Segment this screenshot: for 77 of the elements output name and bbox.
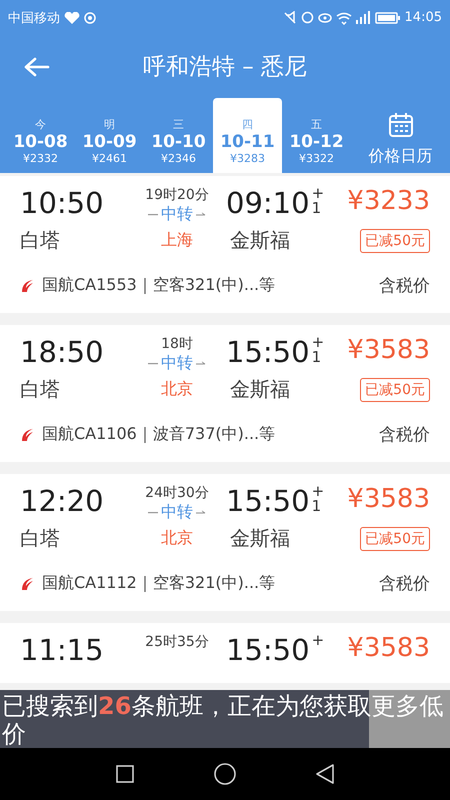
arrival-airport: 金斯福 (230, 376, 290, 403)
flight-info: 国航CA1106｜波音737(中)...等 (42, 424, 276, 445)
arrival-time: 09:10 (226, 186, 310, 220)
back-icon[interactable] (316, 764, 334, 784)
transfer-city: 北京 (160, 379, 194, 400)
tax-note: 含税价 (379, 573, 430, 595)
heart-icon (64, 12, 80, 24)
ticket-price: ¥3233 (347, 186, 430, 216)
route-title: 呼和浩特 – 悉尼 (142, 53, 308, 82)
flight-duration: 19时20分 (145, 186, 209, 204)
departure-airport: 白塔 (20, 227, 61, 254)
signal-icon (356, 11, 371, 24)
flight-duration: 24时30分 (145, 484, 209, 502)
toast-message: 已搜索到26条航班，正在为您获取更多低价 (2, 692, 444, 748)
tax-note: 含税价 (379, 424, 430, 446)
transfer-label: 中转 (161, 204, 193, 225)
back-arrow-icon (24, 56, 50, 76)
clock-time: 14:05 (404, 10, 442, 25)
departure-time: 12:20 (20, 484, 105, 518)
arrow-icon (196, 510, 206, 516)
ticket-price: ¥3583 (347, 633, 430, 663)
arrival-time: 15:50 (226, 633, 310, 667)
home-icon[interactable] (214, 763, 236, 785)
day-offset: 1 (312, 201, 322, 216)
day-offset: 1 (312, 499, 322, 514)
arrival-time: 15:50 (226, 484, 310, 518)
dash-icon (148, 214, 158, 216)
transfer-city: 北京 (160, 528, 194, 549)
ticket-price: ¥3583 (347, 335, 430, 365)
arrow-icon (196, 360, 206, 366)
day-offset: 1 (312, 350, 322, 365)
airline-logo-icon (20, 278, 34, 292)
notification-icon (84, 12, 96, 24)
next-day-mark: + (312, 484, 324, 499)
price-calendar-button[interactable]: 价格日历 (351, 98, 450, 173)
transfer-city: 上海 (160, 230, 194, 251)
dash-icon (148, 362, 158, 364)
departure-time: 10:50 (20, 186, 105, 220)
discount-tag: 已减50元 (360, 228, 430, 252)
next-day-mark: + (312, 186, 324, 201)
mute-icon (282, 10, 297, 24)
date-tab[interactable]: 三 10-10 ¥2346 (144, 98, 213, 173)
wifi-icon (336, 10, 352, 24)
flight-card[interactable]: 11:15 25时35分 15:50+ ¥3583 (0, 623, 450, 683)
departure-airport: 白塔 (20, 525, 61, 552)
date-tab[interactable]: 明 10-09 ¥2461 (75, 98, 144, 173)
departure-time: 11:15 (20, 633, 105, 667)
tax-note: 含税价 (379, 275, 430, 297)
eye-icon (318, 12, 332, 22)
arrival-time: 15:50 (226, 335, 310, 369)
date-tab[interactable]: 今 10-08 ¥2332 (6, 98, 75, 173)
date-tab[interactable]: 四 10-11 ¥3283 (213, 98, 282, 173)
arrival-airport: 金斯福 (230, 227, 290, 254)
discount-tag: 已减50元 (360, 378, 430, 402)
ticket-price: ¥3583 (347, 484, 430, 514)
transfer-label: 中转 (161, 353, 193, 374)
carrier-name: 中国移动 (8, 10, 60, 26)
flight-duration: 25时35分 (145, 633, 209, 651)
flight-duration: 18时 (161, 335, 193, 353)
departure-time: 18:50 (20, 335, 105, 369)
flight-info: 国航CA1112｜空客321(中)...等 (42, 573, 276, 594)
transfer-label: 中转 (161, 502, 193, 523)
arrival-airport: 金斯福 (230, 525, 290, 552)
recent-apps-icon[interactable] (116, 765, 134, 783)
arrow-icon (196, 212, 206, 218)
date-tab[interactable]: 五 10-12 ¥3322 (282, 98, 351, 173)
calendar-icon (388, 112, 414, 138)
alarm-icon (300, 11, 314, 24)
airline-logo-icon (20, 428, 34, 442)
next-day-mark: + (312, 335, 324, 350)
dash-icon (148, 512, 158, 514)
airline-logo-icon (20, 576, 34, 590)
next-day-mark: + (312, 633, 324, 648)
departure-airport: 白塔 (20, 376, 61, 403)
discount-tag: 已减50元 (360, 526, 430, 550)
battery-icon (374, 12, 401, 24)
flight-info: 国航CA1553｜空客321(中)...等 (42, 275, 276, 296)
